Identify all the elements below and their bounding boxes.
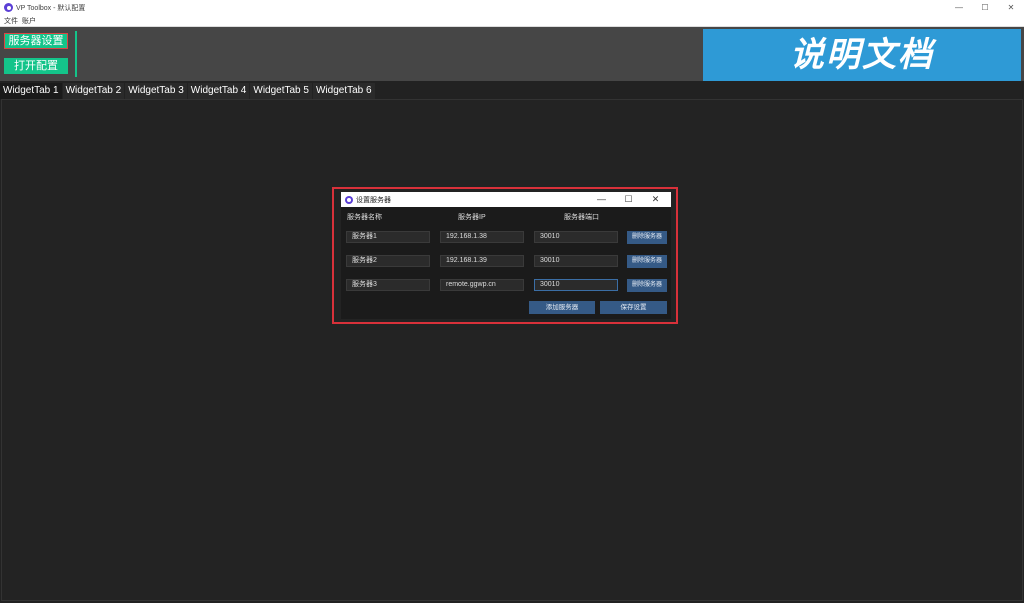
server-settings-button[interactable]: 服务器设置 [4, 33, 68, 49]
server-name-input[interactable]: 服务器1 [346, 231, 430, 243]
tab-content-area [1, 99, 1023, 601]
app-logo-icon [4, 3, 13, 12]
server-ip-input[interactable]: 192.168.1.38 [440, 231, 524, 243]
documentation-button[interactable]: 说明文档 [703, 29, 1021, 81]
server-port-input[interactable]: 30010 [534, 279, 618, 291]
tab-widget-1[interactable]: WidgetTab 1 [0, 83, 62, 99]
header-server-ip: 服务器IP [458, 214, 486, 221]
open-config-button[interactable]: 打开配置 [4, 58, 68, 74]
delete-server-button[interactable]: 删除服务器 [627, 231, 667, 244]
server-ip-input[interactable]: remote.ggwp.cn [440, 279, 524, 291]
delete-server-button[interactable]: 删除服务器 [627, 255, 667, 268]
dialog-title: 设置服务器 [356, 196, 391, 204]
menu-item-account[interactable]: 账户 [22, 16, 36, 26]
tab-widget-6[interactable]: WidgetTab 6 [312, 83, 375, 99]
tab-widget-3[interactable]: WidgetTab 3 [125, 83, 187, 99]
header-server-port: 服务器端口 [564, 214, 599, 221]
tab-widget-5[interactable]: WidgetTab 5 [250, 83, 312, 99]
header-server-name: 服务器名称 [347, 214, 382, 221]
tab-widget-4[interactable]: WidgetTab 4 [187, 83, 250, 99]
server-settings-dialog: 设置服务器 — ☐ ✕ 服务器名称 服务器IP 服务器端口 服务器1 192.1… [341, 192, 671, 319]
tab-widget-2[interactable]: WidgetTab 2 [62, 83, 125, 99]
server-name-input[interactable]: 服务器3 [346, 279, 430, 291]
add-server-button[interactable]: 添加服务器 [529, 301, 595, 314]
dialog-maximize-icon[interactable]: ☐ [615, 192, 642, 207]
dialog-close-icon[interactable]: ✕ [642, 192, 669, 207]
dialog-minimize-icon[interactable]: — [588, 192, 615, 207]
dialog-titlebar: 设置服务器 — ☐ ✕ [341, 192, 671, 207]
server-port-input[interactable]: 30010 [534, 255, 618, 267]
maximize-icon[interactable]: ☐ [972, 0, 998, 15]
widget-tab-bar: WidgetTab 1 WidgetTab 2 WidgetTab 3 Widg… [0, 83, 376, 99]
save-settings-button[interactable]: 保存设置 [600, 301, 667, 314]
toolbar-divider [75, 31, 77, 77]
dialog-controls: — ☐ ✕ [588, 192, 669, 207]
dialog-logo-icon [345, 195, 353, 204]
minimize-icon[interactable]: — [946, 0, 972, 15]
menu-bar: 文件 账户 [0, 15, 1024, 27]
window-controls: — ☐ ✕ [946, 0, 1024, 15]
close-icon[interactable]: ✕ [998, 0, 1024, 15]
window-titlebar: VP Toolbox - 默认配置 — ☐ ✕ [0, 0, 1024, 15]
toolbar: 服务器设置 打开配置 说明文档 [0, 27, 1024, 81]
menu-item-file[interactable]: 文件 [4, 16, 18, 26]
server-name-input[interactable]: 服务器2 [346, 255, 430, 267]
window-title: VP Toolbox - 默认配置 [16, 4, 86, 12]
server-ip-input[interactable]: 192.168.1.39 [440, 255, 524, 267]
delete-server-button[interactable]: 删除服务器 [627, 279, 667, 292]
server-port-input[interactable]: 30010 [534, 231, 618, 243]
